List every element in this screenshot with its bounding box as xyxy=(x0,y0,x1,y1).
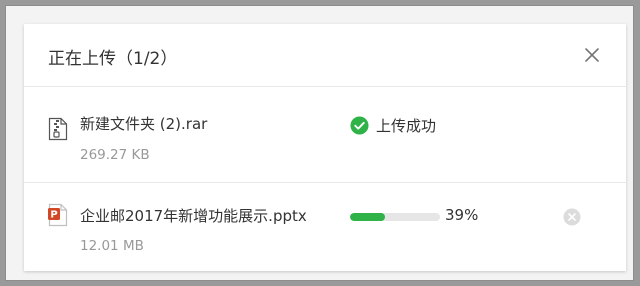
svg-text:P: P xyxy=(50,210,57,221)
upload-dialog: 正在上传（1/2） 新建文件夹 (2).rar 269.27 KB 上传成功 P… xyxy=(24,24,626,271)
upload-progress-bar xyxy=(350,213,440,221)
close-button[interactable] xyxy=(583,46,601,64)
ppt-file-icon: P xyxy=(48,203,68,227)
close-icon xyxy=(585,48,599,62)
status-text: 上传成功 xyxy=(376,116,437,135)
upload-progress-fill xyxy=(350,213,386,221)
dialog-header: 正在上传（1/2） xyxy=(24,24,626,87)
window-frame: 正在上传（1/2） 新建文件夹 (2).rar 269.27 KB 上传成功 P… xyxy=(5,5,634,281)
file-name: 新建文件夹 (2).rar xyxy=(80,115,208,133)
progress-percent: 39% xyxy=(445,206,479,224)
file-size: 269.27 KB xyxy=(80,147,150,163)
cancel-icon xyxy=(563,208,581,226)
cancel-upload-button[interactable] xyxy=(563,208,581,226)
file-name: 企业邮2017年新增功能展示.pptx xyxy=(80,207,307,225)
upload-item-rar: 新建文件夹 (2).rar 269.27 KB 上传成功 xyxy=(24,87,626,183)
upload-item-pptx: P 企业邮2017年新增功能展示.pptx 12.01 MB 39% xyxy=(24,183,626,271)
dialog-title: 正在上传（1/2） xyxy=(48,49,178,69)
check-circle-icon xyxy=(350,115,369,135)
archive-file-icon xyxy=(48,117,68,141)
file-size: 12.01 MB xyxy=(80,238,144,254)
upload-status: 上传成功 xyxy=(350,114,436,136)
